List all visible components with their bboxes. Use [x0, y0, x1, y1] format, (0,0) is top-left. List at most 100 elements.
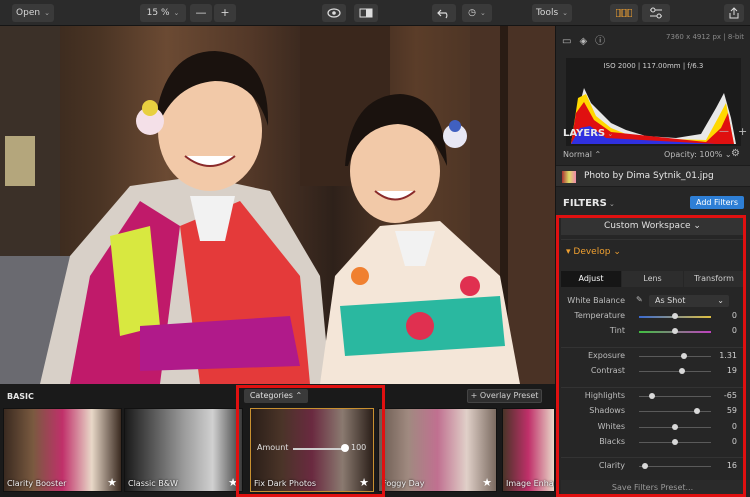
blacks-value: 0: [731, 437, 737, 446]
undo-icon: [437, 9, 448, 19]
tint-value: 0: [731, 326, 737, 335]
histogram-info: ISO 2000 | 117.00mm | f/6.3: [603, 62, 704, 70]
opacity-dropdown[interactable]: Opacity: 100% ⌄: [664, 150, 732, 159]
amount-label: Amount: [257, 443, 289, 452]
tab-lens[interactable]: Lens: [622, 271, 683, 287]
amount-value: 100: [351, 443, 367, 452]
zoom-in-label: +: [220, 6, 230, 19]
zoom-dropdown[interactable]: 15 % ⌄: [140, 4, 186, 22]
clarity-value: 16: [726, 461, 737, 470]
contrast-slider-knob[interactable]: [679, 368, 686, 374]
shadows-label: Shadows: [589, 406, 625, 415]
contrast-label: Contrast: [590, 366, 625, 375]
preset-thumb-image-enhancer[interactable]: Image Enhancer: [502, 408, 555, 492]
eye-icon: [327, 8, 341, 18]
open-button[interactable]: Open ⌄: [12, 4, 54, 22]
categories-button[interactable]: Categories ⌃: [244, 389, 308, 403]
blend-mode-dropdown[interactable]: Normal ⌃: [563, 150, 601, 159]
shadows-slider[interactable]: [639, 408, 711, 414]
whites-slider-knob[interactable]: [672, 424, 678, 430]
presets-category-title: BASIC: [7, 392, 34, 401]
exposure-label: Exposure: [587, 351, 625, 360]
tab-transform-label: Transform: [694, 274, 734, 283]
highlights-slider[interactable]: [639, 393, 711, 399]
presets-view-button[interactable]: [610, 4, 638, 22]
preset-thumb-fix-dark-photos[interactable]: Amount 100 Fix Dark Photos ★: [250, 408, 374, 492]
preset-thumb-classic-bw[interactable]: Classic B&W ★: [124, 408, 243, 492]
shadows-slider-knob[interactable]: [693, 408, 700, 414]
star-icon[interactable]: ★: [107, 476, 117, 489]
layers-icon[interactable]: ◈: [579, 36, 587, 47]
tint-slider[interactable]: [639, 328, 711, 334]
workspace-dropdown[interactable]: Custom Workspace ⌄: [561, 218, 744, 235]
filters-section-header[interactable]: FILTERS ⌄: [563, 198, 615, 209]
chevron-down-icon: ⌄: [173, 9, 180, 17]
highlights-slider-knob[interactable]: [648, 393, 655, 399]
exposure-slider[interactable]: [639, 353, 711, 359]
history-button[interactable]: ◷ ⌄: [462, 4, 492, 22]
clarity-slider[interactable]: [639, 463, 711, 469]
clarity-label: Clarity: [598, 461, 625, 470]
open-label: Open: [16, 8, 41, 18]
add-filters-button[interactable]: Add Filters: [690, 196, 744, 209]
tools-label: Tools: [535, 8, 559, 18]
develop-filter-header[interactable]: ▾ Develop ⌄: [566, 247, 621, 257]
blacks-slider-knob[interactable]: [672, 439, 678, 445]
share-button[interactable]: [724, 4, 744, 22]
amount-slider-knob[interactable]: [341, 444, 349, 452]
opacity-label: Opacity: 100%: [664, 150, 723, 159]
shadows-value: 59: [726, 406, 737, 415]
star-icon[interactable]: ★: [359, 476, 369, 489]
filters-view-button[interactable]: [642, 4, 670, 22]
divider: [561, 239, 744, 240]
tint-label: Tint: [609, 326, 625, 335]
preset-thumb-foggy-day[interactable]: Foggy Day ★: [378, 408, 497, 492]
compare-button[interactable]: [354, 4, 378, 22]
blacks-slider[interactable]: [639, 439, 711, 445]
save-filters-preset-button[interactable]: Save Filters Preset...: [561, 480, 744, 496]
preview-eye-button[interactable]: [322, 4, 346, 22]
tab-transform[interactable]: Transform: [684, 271, 744, 287]
develop-tabs: Adjust Lens Transform: [561, 271, 744, 287]
overlay-preset-button[interactable]: + Overlay Preset: [467, 389, 542, 403]
white-balance-select[interactable]: As Shot ⌄: [649, 295, 729, 307]
whites-slider[interactable]: [639, 424, 711, 430]
blend-mode-label: Normal: [563, 150, 592, 159]
star-icon[interactable]: ★: [228, 476, 238, 489]
divider: [561, 457, 744, 458]
temperature-slider[interactable]: [639, 313, 711, 319]
right-panel: ▭ ◈ ⓘ 7360 x 4912 px | 8-bit ISO 2000 | 11…: [555, 26, 750, 497]
preset-label: Clarity Booster: [7, 479, 67, 488]
add-layer-button[interactable]: +: [738, 125, 747, 138]
sliders-icon: [650, 7, 662, 19]
contrast-slider[interactable]: [639, 368, 711, 374]
layers-section-header[interactable]: LAYERS ⌄: [563, 128, 613, 139]
exposure-slider-knob[interactable]: [681, 353, 688, 359]
chevron-down-icon: ⌄: [479, 9, 486, 17]
clarity-slider-knob[interactable]: [641, 463, 648, 469]
gear-icon[interactable]: ⚙: [731, 148, 740, 159]
tools-dropdown[interactable]: Tools ⌄: [532, 4, 572, 22]
tab-adjust[interactable]: Adjust: [561, 271, 621, 287]
tab-adjust-label: Adjust: [578, 274, 604, 283]
amount-slider[interactable]: [293, 448, 345, 450]
eyedropper-icon[interactable]: ✎: [636, 295, 643, 304]
tab-lens-label: Lens: [643, 274, 662, 283]
preset-label: Classic B&W: [128, 479, 178, 488]
histogram-icon[interactable]: ▭: [562, 36, 571, 47]
highlights-value: -65: [723, 391, 737, 400]
zoom-in-button[interactable]: +: [214, 4, 236, 22]
presets-grid-icon: [615, 8, 633, 18]
info-icon[interactable]: ⓘ: [595, 36, 605, 47]
photo-canvas[interactable]: [0, 26, 555, 384]
remove-layer-button[interactable]: —: [719, 126, 729, 137]
undo-button[interactable]: [432, 4, 456, 22]
compare-icon: [359, 8, 373, 18]
preset-thumb-clarity-booster[interactable]: Clarity Booster ★: [3, 408, 122, 492]
temperature-slider-knob[interactable]: [672, 313, 678, 319]
star-icon[interactable]: ★: [482, 476, 492, 489]
divider: [561, 387, 744, 388]
zoom-out-button[interactable]: —: [190, 4, 212, 22]
layer-row[interactable]: Photo by Dima Sytnik_01.jpg: [556, 165, 750, 187]
tint-slider-knob[interactable]: [672, 328, 678, 334]
